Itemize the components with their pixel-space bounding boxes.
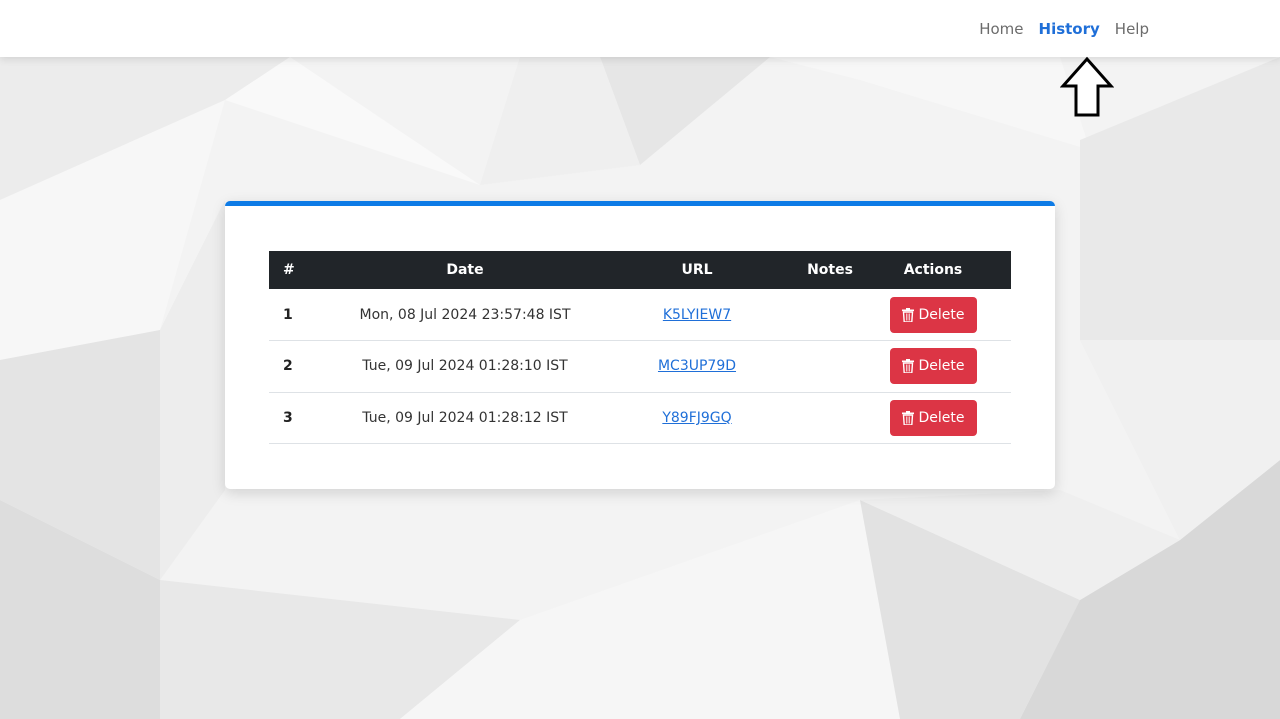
history-card: # Date URL Notes Actions 1 Mon, 08 Jul 2…: [225, 201, 1055, 489]
nav-home-link[interactable]: Home: [979, 20, 1023, 38]
row-url-cell: Y89FJ9GQ: [589, 392, 805, 444]
trash-icon: [901, 359, 914, 374]
delete-label: Delete: [918, 306, 965, 323]
table-row: 1 Mon, 08 Jul 2024 23:57:48 IST K5LYIEW7…: [269, 289, 1011, 341]
row-date: Mon, 08 Jul 2024 23:57:48 IST: [341, 289, 589, 341]
row-notes: [805, 340, 855, 393]
trash-icon: [901, 410, 914, 425]
row-url-link[interactable]: Y89FJ9GQ: [662, 410, 731, 426]
row-url-link[interactable]: K5LYIEW7: [663, 307, 731, 323]
header-num: #: [269, 251, 341, 289]
row-notes: [805, 392, 855, 444]
nav-history-link[interactable]: History: [1039, 20, 1100, 38]
row-actions: Delete: [855, 340, 1011, 393]
delete-button[interactable]: Delete: [889, 399, 977, 436]
delete-label: Delete: [918, 409, 965, 426]
row-number: 2: [269, 340, 341, 393]
row-url-link[interactable]: MC3UP79D: [658, 358, 736, 374]
delete-button[interactable]: Delete: [889, 296, 977, 333]
header-notes: Notes: [805, 251, 855, 289]
top-navbar: Home History Help: [0, 0, 1280, 57]
row-date: Tue, 09 Jul 2024 01:28:12 IST: [341, 392, 589, 444]
trash-icon: [901, 307, 914, 322]
header-date: Date: [341, 251, 589, 289]
nav-links: Home History Help: [979, 0, 1149, 57]
row-number: 3: [269, 392, 341, 444]
row-url-cell: MC3UP79D: [589, 340, 805, 393]
header-url: URL: [589, 251, 805, 289]
row-number: 1: [269, 289, 341, 341]
table-row: 3 Tue, 09 Jul 2024 01:28:12 IST Y89FJ9GQ…: [269, 392, 1011, 444]
delete-label: Delete: [918, 358, 965, 375]
table-row: 2 Tue, 09 Jul 2024 01:28:10 IST MC3UP79D…: [269, 340, 1011, 393]
header-actions: Actions: [855, 251, 1011, 289]
table-header-row: # Date URL Notes Actions: [269, 251, 1011, 289]
up-arrow-icon: [1060, 56, 1114, 117]
row-notes: [805, 289, 855, 341]
row-actions: Delete: [855, 392, 1011, 444]
row-date: Tue, 09 Jul 2024 01:28:10 IST: [341, 340, 589, 393]
row-url-cell: K5LYIEW7: [589, 289, 805, 341]
nav-help-link[interactable]: Help: [1115, 20, 1149, 38]
row-actions: Delete: [855, 289, 1011, 341]
delete-button[interactable]: Delete: [889, 348, 977, 385]
history-table: # Date URL Notes Actions 1 Mon, 08 Jul 2…: [269, 251, 1011, 444]
